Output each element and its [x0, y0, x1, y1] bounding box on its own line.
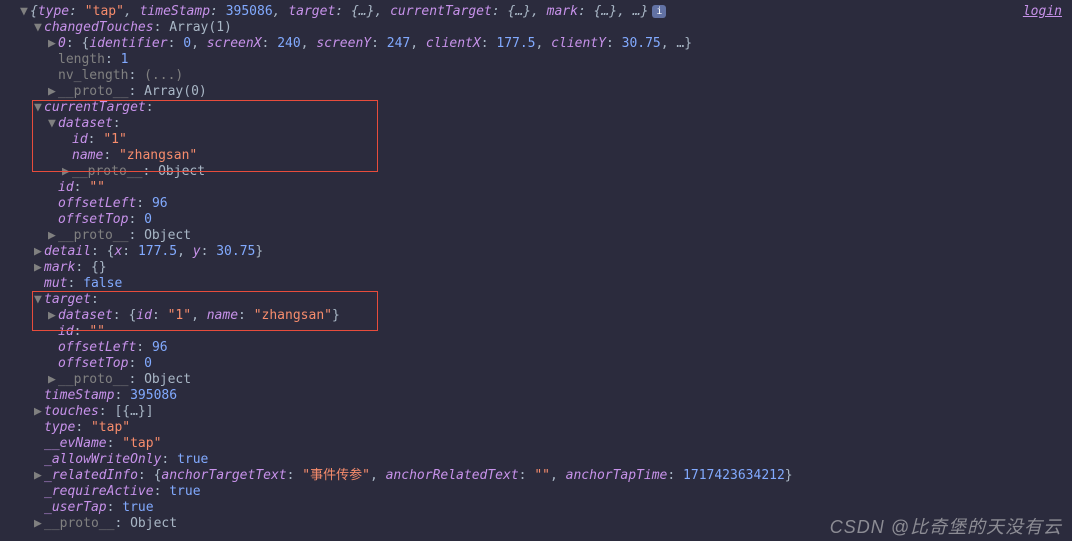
changedtouches-item0[interactable]: ▶0: {identifier: 0, screenX: 240, screen…	[20, 36, 1072, 52]
target-row[interactable]: ▼target:	[20, 292, 1072, 308]
chevron-right-icon[interactable]: ▶	[48, 228, 58, 244]
dataset-row[interactable]: ▼dataset:	[20, 116, 1072, 132]
proto-row[interactable]: ▶__proto__: Object	[20, 164, 1072, 180]
currenttarget-row[interactable]: ▼currentTarget:	[20, 100, 1072, 116]
nv-length-row[interactable]: nv_length: (...)	[20, 68, 1072, 84]
watermark: CSDN @比奇堡的天没有云	[830, 519, 1062, 535]
info-badge-icon[interactable]: i	[652, 5, 666, 18]
requireactive-row: _requireActive: true	[20, 484, 1072, 500]
touches-row[interactable]: ▶touches: [{…}]	[20, 404, 1072, 420]
evname-row: __evName: "tap"	[20, 436, 1072, 452]
chevron-right-icon[interactable]: ▶	[62, 164, 72, 180]
chevron-right-icon[interactable]: ▶	[48, 372, 58, 388]
chevron-right-icon[interactable]: ▶	[48, 36, 58, 52]
allowwriteonly-row: _allowWriteOnly: true	[20, 452, 1072, 468]
timestamp-row: timeStamp: 395086	[20, 388, 1072, 404]
chevron-down-icon[interactable]: ▼	[34, 20, 44, 36]
chevron-down-icon[interactable]: ▼	[48, 116, 58, 132]
offsettop-row: offsetTop: 0	[20, 356, 1072, 372]
type-row: type: "tap"	[20, 420, 1072, 436]
chevron-right-icon[interactable]: ▶	[34, 468, 44, 484]
chevron-down-icon[interactable]: ▼	[20, 4, 30, 20]
mark-row[interactable]: ▶mark: {}	[20, 260, 1072, 276]
relatedinfo-row[interactable]: ▶_relatedInfo: {anchorTargetText: "事件传参"…	[20, 468, 1072, 484]
object-tree: ▼{type: "tap", timeStamp: 395086, target…	[0, 0, 1072, 532]
detail-row[interactable]: ▶detail: {x: 177.5, y: 30.75}	[20, 244, 1072, 260]
chevron-right-icon[interactable]: ▶	[34, 244, 44, 260]
offsettop-row: offsetTop: 0	[20, 212, 1072, 228]
root-summary[interactable]: ▼{type: "tap", timeStamp: 395086, target…	[20, 4, 1072, 20]
proto-row[interactable]: ▶__proto__: Object	[20, 228, 1072, 244]
usertap-row: _userTap: true	[20, 500, 1072, 516]
proto-row[interactable]: ▶__proto__: Array(0)	[20, 84, 1072, 100]
target-dataset-row[interactable]: ▶dataset: {id: "1", name: "zhangsan"}	[20, 308, 1072, 324]
proto-row[interactable]: ▶__proto__: Object	[20, 372, 1072, 388]
chevron-right-icon[interactable]: ▶	[34, 516, 44, 532]
offsetleft-row: offsetLeft: 96	[20, 340, 1072, 356]
chevron-right-icon[interactable]: ▶	[48, 308, 58, 324]
length-row: length: 1	[20, 52, 1072, 68]
chevron-right-icon[interactable]: ▶	[48, 84, 58, 100]
chevron-down-icon[interactable]: ▼	[34, 292, 44, 308]
dataset-name-row: name: "zhangsan"	[20, 148, 1072, 164]
id-row: id: ""	[20, 180, 1072, 196]
offsetleft-row: offsetLeft: 96	[20, 196, 1072, 212]
dataset-id-row: id: "1"	[20, 132, 1072, 148]
mut-row: mut: false	[20, 276, 1072, 292]
chevron-right-icon[interactable]: ▶	[34, 404, 44, 420]
chevron-right-icon[interactable]: ▶	[34, 260, 44, 276]
id-row: id: ""	[20, 324, 1072, 340]
changedtouches-row[interactable]: ▼changedTouches: Array(1)	[20, 20, 1072, 36]
chevron-down-icon[interactable]: ▼	[34, 100, 44, 116]
